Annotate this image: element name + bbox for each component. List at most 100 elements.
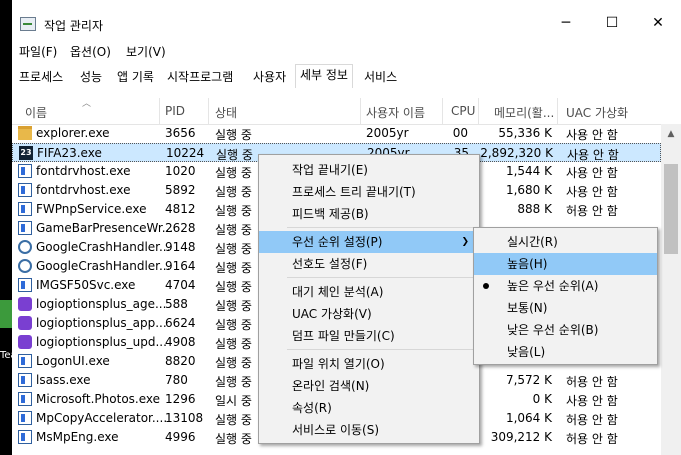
tab-performance[interactable]: 성능 bbox=[75, 66, 107, 88]
service-icon bbox=[18, 183, 32, 197]
col-status[interactable]: 상태 bbox=[215, 104, 237, 121]
cell-pid: 10224 bbox=[166, 146, 205, 160]
service-icon bbox=[18, 164, 32, 178]
cell-status: 실행 중 bbox=[215, 432, 252, 446]
maximize-button[interactable]: ☐ bbox=[589, 10, 635, 36]
menu-item-set-affinity[interactable]: 선호도 설정(F) bbox=[259, 253, 479, 275]
tab-bar: 프로세스 성능 앱 기록 시작프로그램 사용자 세부 정보 서비스 bbox=[12, 64, 681, 89]
cell-name: explorer.exe bbox=[36, 126, 110, 140]
cell-memory: 1,544 K bbox=[505, 164, 552, 178]
service-icon bbox=[18, 278, 32, 292]
priority-below-normal[interactable]: 낮은 우선 순위(B) bbox=[474, 319, 657, 341]
cell-pid: 1020 bbox=[165, 164, 196, 178]
cell-uac: 허용 안 함 bbox=[566, 204, 618, 218]
menu-item-label: UAC 가상화(V) bbox=[292, 307, 372, 321]
cell-name: IMGSF50Svc.exe bbox=[36, 278, 136, 292]
tab-details[interactable]: 세부 정보 bbox=[295, 64, 353, 89]
cell-status: 실행 중 bbox=[215, 337, 252, 351]
col-name[interactable]: 이름 bbox=[25, 104, 47, 121]
logi-icon bbox=[18, 335, 32, 349]
tab-services[interactable]: 서비스 bbox=[359, 66, 402, 88]
col-memory[interactable]: 메모리(활... bbox=[494, 104, 554, 121]
service-icon bbox=[18, 354, 32, 368]
table-row[interactable]: explorer.exe 3656 실행 중 2005yr 00 55,336 … bbox=[12, 124, 661, 143]
menu-item-end-process-tree[interactable]: 프로세스 트리 끝내기(T) bbox=[259, 181, 479, 203]
cell-name: MsMpEng.exe bbox=[36, 430, 119, 444]
title-bar[interactable]: 작업 관리자 ─ ☐ ✕ bbox=[12, 0, 681, 36]
menu-item-feedback[interactable]: 피드백 제공(B) bbox=[259, 203, 479, 225]
service-icon bbox=[18, 373, 32, 387]
scroll-up-icon[interactable]: ▲ bbox=[661, 124, 681, 144]
cell-cpu: 00 bbox=[452, 126, 468, 140]
cell-name: LogonUI.exe bbox=[36, 354, 110, 368]
cell-pid: 9164 bbox=[165, 259, 196, 273]
cell-status: 일시 중 bbox=[215, 394, 252, 408]
column-divider[interactable] bbox=[159, 98, 160, 124]
column-header: 이름 ︿ PID 상태 사용자 이름 CPU 메모리(활... UAC 가상화 bbox=[12, 98, 681, 125]
cell-pid: 588 bbox=[165, 297, 188, 311]
cell-status: 실행 중 bbox=[215, 242, 252, 256]
tab-processes[interactable]: 프로세스 bbox=[14, 66, 68, 88]
tab-app-history[interactable]: 앱 기록 bbox=[112, 66, 159, 88]
menu-view[interactable]: 보기(V) bbox=[126, 43, 166, 60]
menu-item-open-file-location[interactable]: 파일 위치 열기(O) bbox=[259, 353, 479, 375]
menu-bar: 파일(F) 옵션(O) 보기(V) bbox=[12, 40, 681, 62]
col-pid[interactable]: PID bbox=[165, 104, 185, 118]
menu-file[interactable]: 파일(F) bbox=[19, 43, 57, 60]
menu-item-label: 속성(R) bbox=[292, 401, 332, 415]
column-divider[interactable] bbox=[478, 98, 479, 124]
menu-item-create-dump[interactable]: 덤프 파일 만들기(C) bbox=[259, 325, 479, 347]
menu-item-go-to-services[interactable]: 서비스로 이동(S) bbox=[259, 419, 479, 441]
column-divider[interactable] bbox=[208, 98, 209, 124]
cell-pid: 4908 bbox=[165, 335, 196, 349]
priority-low[interactable]: 낮음(L) bbox=[474, 341, 657, 363]
logi-icon bbox=[18, 316, 32, 330]
col-cpu[interactable]: CPU bbox=[451, 104, 475, 118]
minimize-button[interactable]: ─ bbox=[543, 10, 589, 36]
service-icon bbox=[18, 221, 32, 235]
menu-item-analyze-wait-chain[interactable]: 대기 체인 분석(A) bbox=[259, 281, 479, 303]
cell-name: FIFA23.exe bbox=[37, 146, 102, 160]
menu-item-search-online[interactable]: 온라인 검색(N) bbox=[259, 375, 479, 397]
cell-status: 실행 중 bbox=[215, 204, 252, 218]
priority-normal[interactable]: 보통(N) bbox=[474, 297, 657, 319]
cell-pid: 9148 bbox=[165, 240, 196, 254]
menu-item-uac-virtualization[interactable]: UAC 가상화(V) bbox=[259, 303, 479, 325]
column-divider[interactable] bbox=[442, 98, 443, 124]
submenu-arrow-icon: ❯ bbox=[461, 237, 469, 247]
priority-above-normal[interactable]: 높은 우선 순위(A) bbox=[474, 275, 657, 297]
service-icon bbox=[18, 411, 32, 425]
scrollbar-thumb[interactable] bbox=[664, 164, 678, 254]
menu-item-label: 덤프 파일 만들기(C) bbox=[292, 329, 395, 343]
cell-uac: 사용 안 함 bbox=[566, 394, 618, 408]
cell-pid: 1296 bbox=[165, 392, 196, 406]
column-divider[interactable] bbox=[557, 98, 558, 124]
menu-item-end-task[interactable]: 작업 끝내기(E) bbox=[259, 159, 479, 181]
tab-users[interactable]: 사용자 bbox=[248, 66, 291, 88]
col-user[interactable]: 사용자 이름 bbox=[366, 104, 425, 121]
menu-item-label: 실시간(R) bbox=[507, 235, 558, 249]
tab-startup[interactable]: 시작프로그램 bbox=[162, 66, 238, 88]
menu-item-properties[interactable]: 속성(R) bbox=[259, 397, 479, 419]
folder-icon bbox=[18, 126, 32, 140]
priority-high[interactable]: 높음(H) bbox=[474, 253, 657, 275]
cell-pid: 13108 bbox=[165, 411, 204, 425]
menu-item-set-priority[interactable]: 우선 순위 설정(P) ❯ bbox=[259, 231, 479, 253]
cell-name: GameBarPresenceWr... bbox=[36, 221, 174, 235]
priority-realtime[interactable]: 실시간(R) bbox=[474, 231, 657, 253]
cell-pid: 8820 bbox=[165, 354, 196, 368]
column-divider[interactable] bbox=[360, 98, 361, 124]
service-icon bbox=[18, 202, 32, 216]
desktop-app-icon[interactable] bbox=[0, 300, 12, 328]
cell-uac: 사용 안 함 bbox=[567, 148, 619, 162]
col-uac[interactable]: UAC 가상화 bbox=[566, 104, 628, 121]
cell-memory: 1,064 K bbox=[505, 411, 552, 425]
cell-pid: 2628 bbox=[165, 221, 196, 235]
menu-options[interactable]: 옵션(O) bbox=[70, 43, 111, 60]
cell-status: 실행 중 bbox=[215, 166, 252, 180]
vertical-scrollbar[interactable]: ▲ bbox=[661, 124, 681, 455]
cell-pid: 6624 bbox=[165, 316, 196, 330]
menu-item-label: 온라인 검색(N) bbox=[292, 379, 370, 393]
close-button[interactable]: ✕ bbox=[635, 10, 681, 36]
logi-icon bbox=[18, 297, 32, 311]
